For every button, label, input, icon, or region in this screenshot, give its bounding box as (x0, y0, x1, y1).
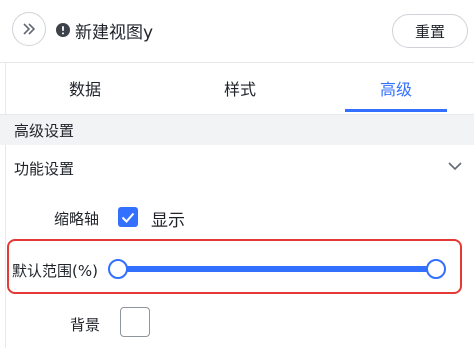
thumbnail-axis-checkbox[interactable] (118, 207, 138, 227)
tab-advanced[interactable]: 高级 (326, 62, 466, 114)
chevron-down-icon[interactable] (448, 161, 462, 171)
tab-data[interactable]: 数据 (15, 62, 155, 114)
panel-header: 新建视图y 重置 (0, 0, 474, 63)
exclamation-circle-icon (56, 23, 70, 37)
reset-button[interactable]: 重置 (392, 14, 468, 48)
double-chevron-right-icon (23, 23, 36, 35)
slider-start-handle[interactable] (108, 259, 128, 279)
tab-style[interactable]: 样式 (170, 62, 310, 114)
background-checkbox[interactable] (120, 307, 150, 337)
section-title: 高级设置 (14, 122, 75, 140)
default-range-slider[interactable] (108, 259, 446, 279)
slider-range-fill (118, 266, 436, 272)
active-tab-indicator (345, 109, 447, 112)
tab-bar: 数据 样式 高级 (0, 62, 474, 115)
group-title[interactable]: 功能设置 (14, 158, 74, 179)
thumbnail-axis-option-label[interactable]: 显示 (151, 206, 185, 231)
checkmark-icon (121, 212, 135, 223)
slider-end-handle[interactable] (426, 259, 446, 279)
default-range-label: 默认范围(%) (12, 262, 98, 280)
thumbnail-axis-label: 缩略轴 (54, 210, 100, 228)
section-header: 高级设置 (0, 115, 474, 145)
expand-panel-button[interactable] (12, 12, 46, 46)
view-title[interactable]: 新建视图y (75, 18, 153, 43)
background-label: 背景 (70, 316, 101, 334)
